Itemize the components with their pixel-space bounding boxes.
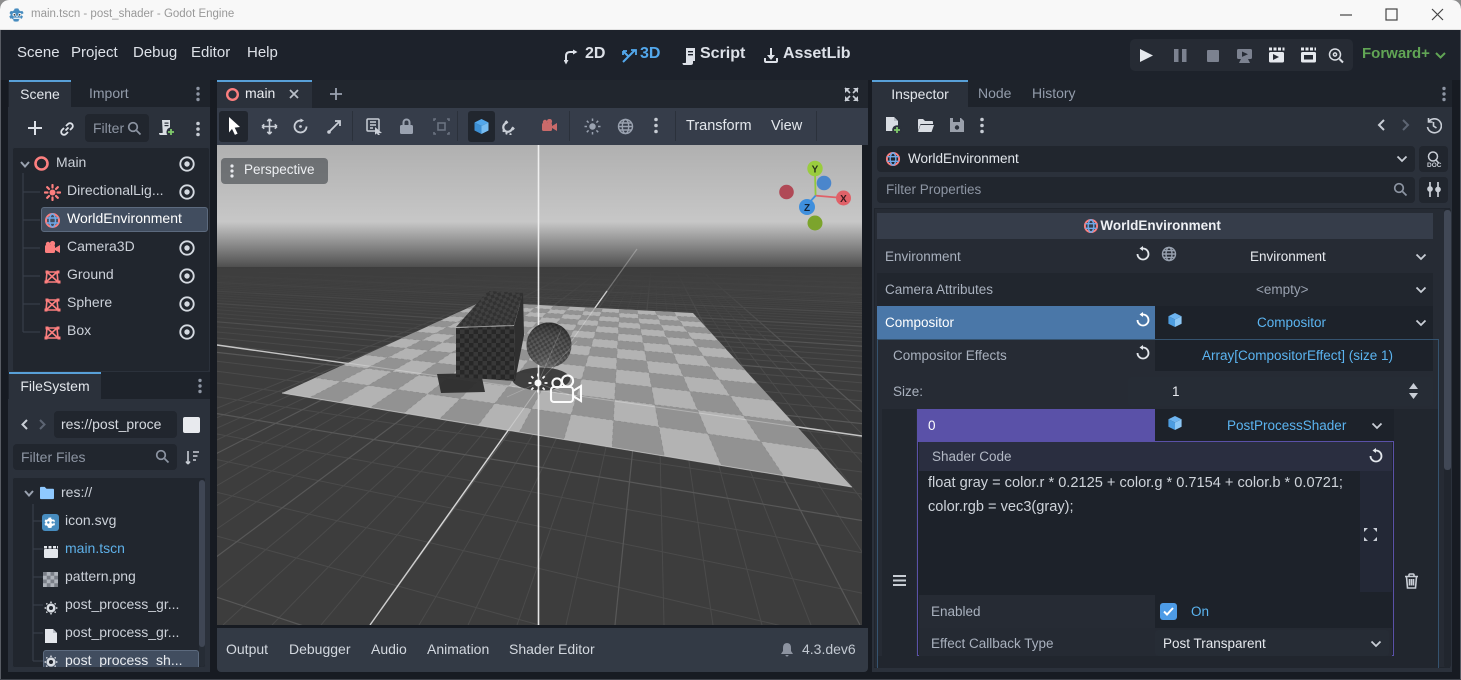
svg-text:X: X (840, 194, 847, 205)
svg-text:DOC: DOC (1427, 162, 1442, 168)
svg-text:Y: Y (812, 165, 819, 176)
svg-text:Z: Z (804, 203, 810, 214)
